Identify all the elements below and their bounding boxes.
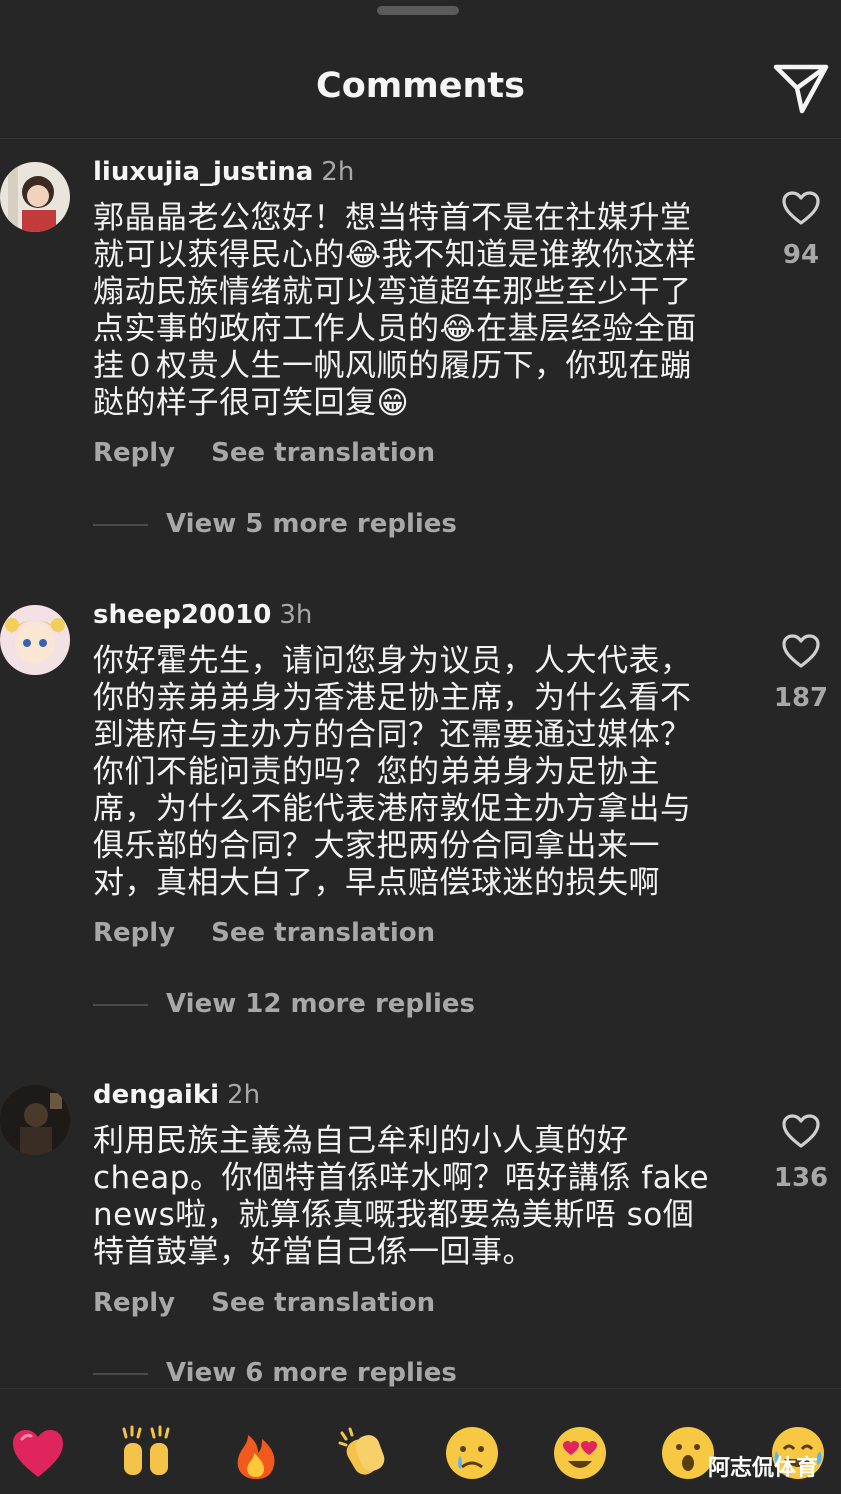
raising-hands-emoji-icon[interactable] (118, 1425, 174, 1481)
avatar[interactable] (0, 605, 70, 675)
heart-icon (782, 191, 820, 225)
view-more-replies-button[interactable]: View 5 more replies (93, 509, 457, 539)
comment-text: 利用民族主義為自己牟利的小人真的好 cheap。你個特首係咩水啊？唔好講係 fa… (93, 1123, 710, 1270)
heart-icon (782, 1114, 820, 1148)
clapping-hands-emoji-icon[interactable] (336, 1425, 392, 1481)
crying-face-emoji-icon[interactable] (444, 1425, 500, 1481)
comment-text: 你好霍先生，请问您身为议员，人大代表， 你的亲弟弟身为香港足协主席，为什么看不 … (93, 643, 692, 901)
page-title: Comments (316, 66, 525, 106)
comment-time: 3h (279, 600, 313, 630)
reply-button[interactable]: Reply (93, 438, 175, 468)
view-more-replies-label: View 12 more replies (166, 989, 475, 1019)
share-icon[interactable] (772, 62, 830, 116)
comment-username[interactable]: liuxujia_justina (93, 157, 313, 187)
replies-line (93, 1003, 148, 1006)
view-more-replies-label: View 5 more replies (166, 509, 457, 539)
reply-button[interactable]: Reply (93, 1288, 175, 1318)
view-more-replies-button[interactable]: View 12 more replies (93, 989, 475, 1019)
header-divider (0, 138, 841, 139)
reply-button[interactable]: Reply (93, 918, 175, 948)
drag-handle[interactable] (377, 6, 459, 15)
like-count: 187 (773, 683, 829, 713)
like-button[interactable]: 136 (772, 1113, 830, 1193)
replies-line (93, 523, 148, 526)
heart-eyes-emoji-icon[interactable] (552, 1425, 608, 1481)
watermark-text: 阿志侃体育 (708, 1456, 819, 1481)
comment-text: 郭晶晶老公您好！想当特首不是在社媒升堂 就可以获得民心的😂我不知道是谁教你这样 … (93, 200, 697, 421)
avatar[interactable] (0, 162, 70, 232)
see-translation-button[interactable]: See translation (211, 1288, 435, 1318)
like-button[interactable]: 94 (772, 190, 830, 270)
avatar[interactable] (0, 1085, 70, 1155)
replies-line (93, 1372, 148, 1375)
view-more-replies-button[interactable]: View 6 more replies (93, 1358, 457, 1388)
red-heart-emoji-icon[interactable] (10, 1425, 66, 1481)
heart-icon (782, 634, 820, 668)
like-button[interactable]: 187 (772, 633, 830, 713)
like-count: 136 (773, 1163, 829, 1193)
comment-time: 2h (227, 1080, 261, 1110)
view-more-replies-label: View 6 more replies (166, 1358, 457, 1388)
like-count: 94 (782, 240, 820, 270)
comment-time: 2h (321, 157, 355, 187)
see-translation-button[interactable]: See translation (211, 918, 435, 948)
comment-username[interactable]: dengaiki (93, 1080, 219, 1110)
see-translation-button[interactable]: See translation (211, 438, 435, 468)
fire-emoji-icon[interactable] (228, 1425, 284, 1481)
comment-username[interactable]: sheep20010 (93, 600, 271, 630)
